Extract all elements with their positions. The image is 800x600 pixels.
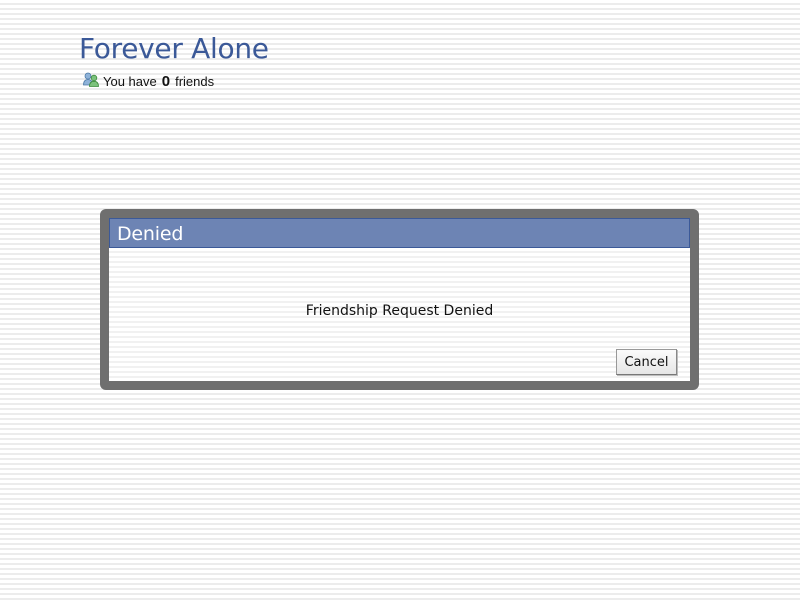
friend-count: You have 0 friends (83, 72, 214, 90)
dialog-title: Denied (109, 218, 690, 248)
dialog-frame: Denied Friendship Request Denied Cancel (100, 209, 699, 390)
dialog: Denied Friendship Request Denied Cancel (109, 218, 690, 381)
friends-prefix: You have (103, 73, 157, 89)
page-header: Forever Alone You have 0 friends (79, 30, 579, 100)
cancel-button[interactable]: Cancel (616, 349, 677, 375)
friends-suffix: friends (175, 73, 215, 89)
dialog-message: Friendship Request Denied (305, 303, 494, 319)
dialog-body: Friendship Request Denied (109, 248, 690, 381)
friends-icon (83, 72, 100, 87)
friends-count: 0 (161, 72, 171, 90)
page-title: Forever Alone (79, 32, 269, 65)
